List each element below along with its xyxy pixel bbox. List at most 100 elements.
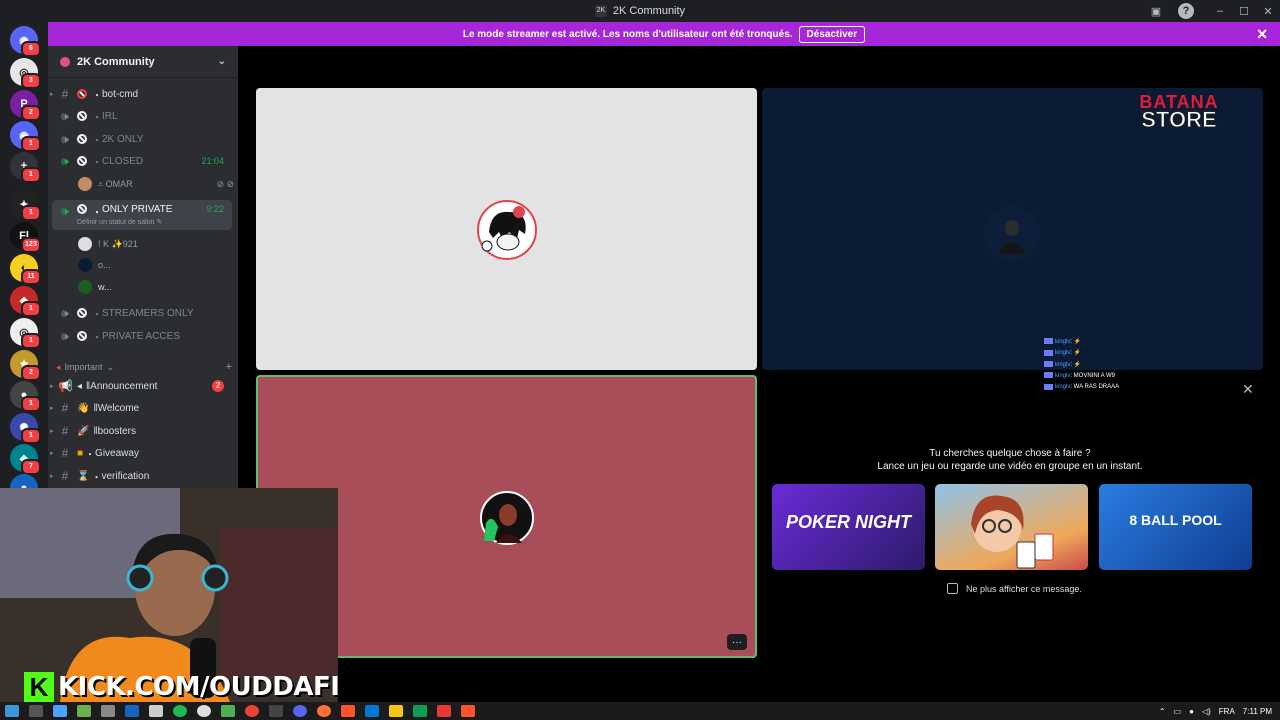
kick-url: KICK.COM/OUDDAFI <box>58 672 340 702</box>
voice-user[interactable]: ⩡ OMAR ⊘ ⊘ <box>78 175 234 193</box>
channel-announcement[interactable]: ▸ 📢 ◂ ǁ Announcement 2 <box>50 376 232 396</box>
server-icon[interactable]: ⚜2 <box>10 350 41 381</box>
server-icon[interactable]: ◆1 <box>10 286 41 317</box>
mic-icon[interactable]: ● <box>1189 707 1194 716</box>
dont-show-again[interactable]: Ne plus afficher ce message. <box>947 583 1082 594</box>
close-window-button[interactable]: ✕ <box>1256 0 1280 22</box>
no-entry-icon <box>77 111 87 121</box>
channel-prefix: ・ <box>92 112 102 124</box>
minimize-button[interactable]: – <box>1208 0 1232 22</box>
app-icon[interactable] <box>365 705 379 717</box>
volume-icon[interactable]: ◁) <box>1202 707 1211 716</box>
announcement-icon: 📢 <box>58 379 73 393</box>
network-icon[interactable]: ▭ <box>1174 707 1182 716</box>
server-icon[interactable]: ● 1 <box>10 381 41 412</box>
chat-line: kinglv: MOVNINI A W9 <box>1044 371 1119 382</box>
spotify-icon[interactable] <box>173 705 187 717</box>
chat-line: kinglv: WA RAS DRAAA <box>1044 382 1119 393</box>
user-name: w... <box>98 282 112 292</box>
channel-label: Welcome <box>97 402 140 414</box>
channel-label: Announcement <box>90 380 158 392</box>
language-indicator[interactable]: FRA <box>1219 707 1235 716</box>
app-icon[interactable] <box>437 705 451 717</box>
voice-user[interactable]: w... <box>78 278 112 296</box>
server-icon[interactable]: ◎1 <box>10 318 41 349</box>
server-icon[interactable]: ✦1 <box>10 190 41 221</box>
voice-user[interactable]: o... <box>78 256 111 274</box>
add-channel-icon[interactable]: + <box>226 361 232 373</box>
activity-card-poker[interactable]: POKER NIGHT <box>772 484 925 570</box>
obs-icon[interactable] <box>269 705 283 717</box>
channel-prefix: ・ <box>92 309 102 321</box>
channel-welcome[interactable]: ▸ # 👋 ǁ Welcome <box>50 398 232 418</box>
app-icon[interactable] <box>53 705 67 717</box>
brave-icon[interactable] <box>341 705 355 717</box>
person-silhouette-icon <box>998 220 1026 254</box>
brave-icon[interactable] <box>461 705 475 717</box>
more-options-button[interactable]: ··· <box>727 634 747 650</box>
chrome-icon[interactable] <box>245 705 259 717</box>
firefox-icon[interactable] <box>317 705 331 717</box>
search-icon[interactable] <box>29 705 43 717</box>
checkbox[interactable] <box>947 583 958 594</box>
edge-icon[interactable] <box>413 705 427 717</box>
banner-close-icon[interactable]: ✕ <box>1256 26 1268 43</box>
category-important[interactable]: ◂ Important ⌄ + <box>56 361 232 373</box>
chevron-down-icon[interactable]: ⌄ <box>218 56 226 67</box>
discord-icon[interactable]: ◉6 <box>10 26 41 57</box>
channel-bot-cmd[interactable]: ▸ # ・ bot-cmd <box>50 84 232 104</box>
channel-verification[interactable]: ▸ # ⌛ ・ verification <box>50 466 232 486</box>
system-tray: ⌃ ▭ ● ◁) FRA 7:11 PM <box>1159 702 1272 720</box>
server-icon[interactable]: P2 <box>10 90 41 121</box>
chat-username: kinglv <box>1055 339 1071 345</box>
disable-streamer-mode-button[interactable]: Désactiver <box>798 25 866 43</box>
channel-irl[interactable]: 🕪 ・ IRL <box>52 106 232 126</box>
server-icon[interactable]: ◎3 <box>10 58 41 89</box>
app-icon[interactable] <box>149 705 163 717</box>
start-icon[interactable] <box>5 705 19 717</box>
clock[interactable]: 7:11 PM <box>1243 707 1272 716</box>
activity-card-8ball[interactable]: 8 BALL POOL <box>1099 484 1252 570</box>
chat-line: kinglv: ⚡ <box>1044 360 1119 371</box>
server-icon[interactable]: ◉1 <box>10 121 41 152</box>
server-header[interactable]: 2K Community ⌄ <box>48 46 238 78</box>
discord-icon[interactable] <box>293 705 307 717</box>
app-icon[interactable] <box>77 705 91 717</box>
channel-status[interactable]: Définir un statut de salon ✎ <box>77 218 162 226</box>
channel-closed[interactable]: 🕪 ・ CLOSED 21:04 <box>52 151 232 171</box>
app-icon[interactable] <box>197 705 211 717</box>
voice-channel-icon: 🕪 <box>61 108 69 123</box>
voice-user[interactable]: ! K ✨921 <box>78 235 138 253</box>
channel-private-acces[interactable]: 🕪 ・ PRIVATE ACCES <box>52 326 232 346</box>
help-icon[interactable]: ? <box>1178 3 1194 19</box>
channel-label: CLOSED <box>102 155 144 167</box>
channel-streamers-only[interactable]: 🕪 ・ STREAMERS ONLY <box>52 303 232 323</box>
channel-boosters[interactable]: ▸ # 🚀 ǁ boosters <box>50 421 232 441</box>
participant-tile[interactable]: BATANA STORE <box>762 88 1263 370</box>
channel-giveaway[interactable]: ▸ # ■ ・ Giveaway <box>50 443 232 463</box>
channel-only-private[interactable]: 🕪 ・ ONLY PRIVATE 9:22 Définir un statut … <box>52 200 232 230</box>
participant-tile[interactable] <box>256 88 757 370</box>
chat-message: : WA RAS DRAAA <box>1070 384 1120 391</box>
inbox-icon[interactable]: ▣ <box>1148 3 1164 19</box>
app-icon[interactable] <box>221 705 235 717</box>
channel-sidebar: 2K Community ⌄ ▸ # ・ bot-cmd 🕪 ・ IRL 🕪 ・… <box>48 46 238 488</box>
chat-username: kinglv <box>1055 372 1071 379</box>
activity-card-puzzle[interactable] <box>935 484 1088 570</box>
app-icon[interactable] <box>101 705 115 717</box>
banner-text: Le mode streamer est activé. Les noms d'… <box>462 28 793 40</box>
server-icon[interactable]: Fl 123 <box>10 222 41 253</box>
user-name: ⩡ OMAR <box>98 178 133 189</box>
add-icon[interactable]: +1 <box>10 152 41 183</box>
collapse-arrow-icon: ▸ <box>50 473 54 480</box>
server-icon[interactable]: ◈7 <box>10 444 41 475</box>
maximize-button[interactable]: ☐ <box>1232 0 1256 22</box>
server-icon[interactable]: ◐ 11 <box>10 254 41 285</box>
app-icon[interactable] <box>125 705 139 717</box>
channel-2k-only[interactable]: 🕪 ・ 2K ONLY <box>52 129 232 149</box>
folder-icon[interactable] <box>389 705 403 717</box>
server-icon[interactable]: ✺1 <box>10 413 41 444</box>
close-activities-icon[interactable]: ✕ <box>1242 381 1254 398</box>
activities-subtitle: Lance un jeu ou regarde une vidéo en gro… <box>877 461 1143 472</box>
chevron-up-icon[interactable]: ⌃ <box>1159 707 1166 716</box>
